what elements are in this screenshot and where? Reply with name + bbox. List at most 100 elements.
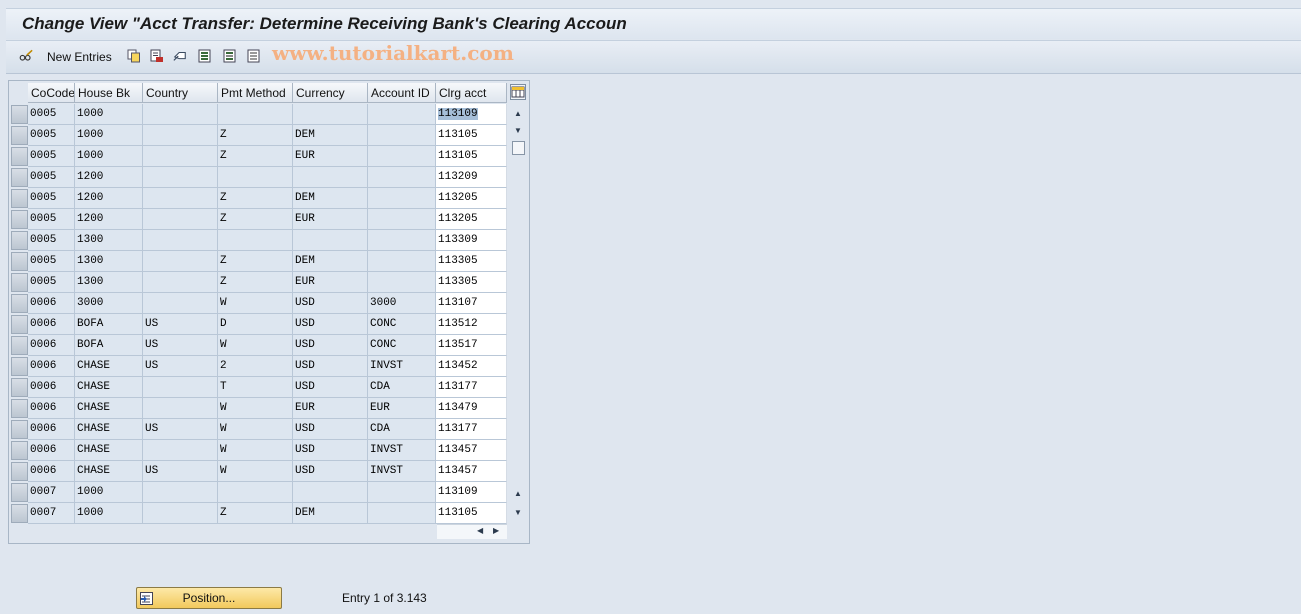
scroll-down-icon[interactable]: ▼ — [509, 122, 527, 138]
cell-cocode: 0005 — [28, 167, 75, 188]
select-all-icon[interactable] — [198, 49, 212, 63]
cell-pmt-method: W — [218, 398, 293, 419]
cell-account-id: CONC — [368, 314, 436, 335]
cell-clrg-acct[interactable]: 113105 — [436, 146, 507, 167]
column-settings-icon[interactable] — [510, 84, 526, 100]
page-up-icon[interactable]: ▲ — [509, 485, 527, 501]
row-selector[interactable] — [11, 399, 28, 418]
cell-clrg-acct[interactable]: 113209 — [436, 167, 507, 188]
cell-clrg-acct[interactable]: 113205 — [436, 209, 507, 230]
copy-icon[interactable] — [127, 49, 141, 63]
cell-currency: DEM — [293, 251, 368, 272]
position-button[interactable]: Position... — [136, 587, 282, 609]
page-down-icon[interactable]: ▼ — [509, 504, 527, 520]
row-selector[interactable] — [11, 105, 28, 124]
cell-currency: USD — [293, 461, 368, 482]
header-col-currency[interactable]: Currency — [293, 83, 368, 103]
cell-pmt-method: W — [218, 461, 293, 482]
header-col-country[interactable]: Country — [143, 83, 218, 103]
cell-clrg-acct[interactable]: 113457 — [436, 440, 507, 461]
cell-clrg-acct[interactable]: 113177 — [436, 377, 507, 398]
scroll-right-icon[interactable]: ▶ — [493, 526, 499, 535]
header-col-account-id[interactable]: Account ID — [368, 83, 436, 103]
cell-country — [143, 440, 218, 461]
deselect-all-icon[interactable] — [247, 49, 261, 63]
row-selector[interactable] — [11, 504, 28, 523]
cell-clrg-acct[interactable]: 113109 — [436, 104, 507, 125]
row-selector[interactable] — [11, 189, 28, 208]
header-col-pmt-method[interactable]: Pmt Method — [218, 83, 293, 103]
entry-count: Entry 1 of 3.143 — [342, 591, 427, 605]
cell-clrg-acct[interactable]: 113305 — [436, 251, 507, 272]
cell-clrg-acct[interactable]: 113479 — [436, 398, 507, 419]
cell-account-id — [368, 125, 436, 146]
scroll-left-icon[interactable]: ◀ — [477, 526, 483, 535]
new-entries-button[interactable]: New Entries — [47, 50, 112, 64]
cell-pmt-method: Z — [218, 125, 293, 146]
horizontal-scrollbar[interactable]: ◀ ▶ — [437, 524, 507, 539]
cell-house-bank: CHASE — [75, 440, 143, 461]
cell-clrg-acct[interactable]: 113107 — [436, 293, 507, 314]
header-col-clrg-acct[interactable]: Clrg acct — [436, 83, 507, 103]
undo-icon[interactable] — [173, 49, 187, 63]
row-selector[interactable] — [11, 420, 28, 439]
cell-clrg-acct[interactable]: 113105 — [436, 125, 507, 146]
cell-clrg-acct[interactable]: 113105 — [436, 503, 507, 524]
row-selector[interactable] — [11, 147, 28, 166]
cell-clrg-acct[interactable]: 113205 — [436, 188, 507, 209]
cell-account-id: 3000 — [368, 293, 436, 314]
cell-cocode: 0005 — [28, 209, 75, 230]
row-selector[interactable] — [11, 252, 28, 271]
scroll-thumb[interactable] — [512, 141, 525, 155]
cell-clrg-acct[interactable]: 113305 — [436, 272, 507, 293]
cell-currency: USD — [293, 335, 368, 356]
cell-account-id — [368, 503, 436, 524]
cell-country — [143, 377, 218, 398]
cell-country — [143, 167, 218, 188]
cell-house-bank: 3000 — [75, 293, 143, 314]
cell-clrg-acct[interactable]: 113512 — [436, 314, 507, 335]
row-selector[interactable] — [11, 168, 28, 187]
cell-cocode: 0005 — [28, 272, 75, 293]
cell-cocode: 0005 — [28, 251, 75, 272]
row-selector[interactable] — [11, 231, 28, 250]
cell-clrg-acct[interactable]: 113452 — [436, 356, 507, 377]
cell-clrg-acct[interactable]: 113109 — [436, 482, 507, 503]
row-selector[interactable] — [11, 210, 28, 229]
row-selector[interactable] — [11, 378, 28, 397]
cell-house-bank: CHASE — [75, 377, 143, 398]
cell-clrg-acct[interactable]: 113177 — [436, 419, 507, 440]
cell-account-id: CONC — [368, 335, 436, 356]
row-selector[interactable] — [11, 126, 28, 145]
row-selector[interactable] — [11, 315, 28, 334]
cell-pmt-method: 2 — [218, 356, 293, 377]
row-selector[interactable] — [11, 336, 28, 355]
cell-account-id: CDA — [368, 377, 436, 398]
select-block-icon[interactable] — [223, 49, 237, 63]
cell-house-bank: 1300 — [75, 230, 143, 251]
cell-country: US — [143, 335, 218, 356]
cell-country — [143, 146, 218, 167]
row-selector[interactable] — [11, 483, 28, 502]
cell-clrg-acct[interactable]: 113457 — [436, 461, 507, 482]
cell-house-bank: 1300 — [75, 272, 143, 293]
delete-icon[interactable] — [150, 49, 164, 63]
row-selector[interactable] — [11, 294, 28, 313]
cell-clrg-acct[interactable]: 113517 — [436, 335, 507, 356]
row-selector[interactable] — [11, 273, 28, 292]
cell-country — [143, 482, 218, 503]
watermark: www.tutorialkart.com — [272, 41, 514, 65]
row-selector[interactable] — [11, 357, 28, 376]
cell-clrg-acct[interactable]: 113309 — [436, 230, 507, 251]
header-col-house-bank[interactable]: House Bk — [75, 83, 143, 103]
cell-house-bank: 1200 — [75, 209, 143, 230]
glasses-pencil-icon[interactable] — [19, 49, 33, 63]
row-selector[interactable] — [11, 462, 28, 481]
header-col-cocode[interactable]: CoCode — [28, 83, 75, 103]
cell-country — [143, 104, 218, 125]
cell-house-bank: 1000 — [75, 125, 143, 146]
scroll-up-icon[interactable]: ▲ — [509, 105, 527, 121]
row-selector[interactable] — [11, 441, 28, 460]
title-bar: Change View "Acct Transfer: Determine Re… — [6, 8, 1301, 39]
cell-account-id — [368, 146, 436, 167]
